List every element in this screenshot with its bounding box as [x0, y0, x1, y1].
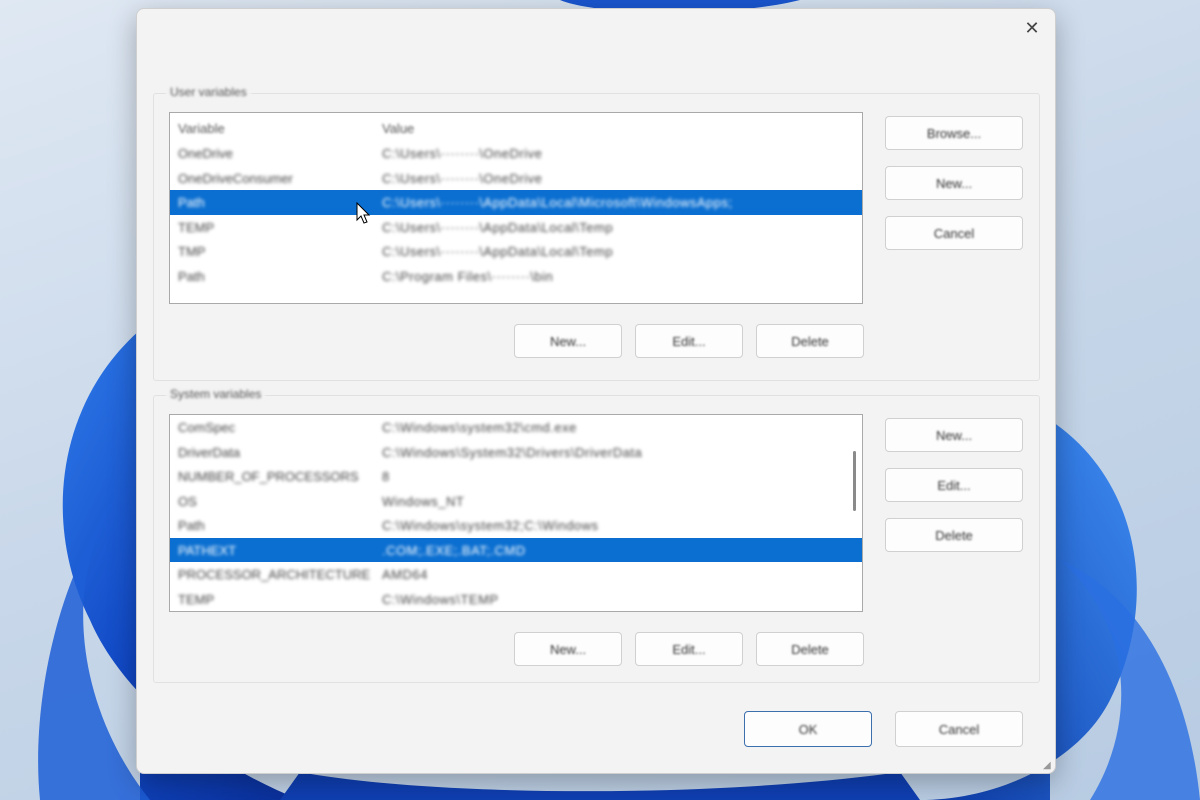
system-side-button-1[interactable]: New...: [885, 418, 1023, 452]
list-item[interactable]: Path C:\Users\········\AppData\Local\Micr…: [170, 190, 862, 215]
user-side-button-3[interactable]: Cancel: [885, 216, 1023, 250]
list-scrollbar[interactable]: [853, 451, 856, 511]
user-side-button-2[interactable]: New...: [885, 166, 1023, 200]
variable-value: Windows_NT: [382, 493, 465, 509]
variable-value: C:\Windows\System32\Drivers\DriverData: [382, 444, 643, 460]
system-delete-button[interactable]: Delete: [756, 632, 864, 666]
variable-value: C:\Windows\system32\cmd.exe: [382, 420, 577, 435]
variable-name: ComSpec: [178, 420, 236, 435]
column-header-value[interactable]: Value: [382, 121, 414, 136]
variable-value: C:\Program Files\········\bin: [382, 268, 554, 284]
variable-name: TEMP: [178, 591, 215, 607]
variable-name: PROCESSOR_ARCHITECTURE: [178, 567, 371, 582]
variable-name: Path: [178, 268, 205, 284]
variable-value: C:\Users\········\AppData\Local\Microsof…: [382, 195, 733, 210]
variable-value: C:\Users\········\OneDrive: [382, 146, 543, 161]
environment-variables-dialog: ✕ User variables Variable Value OneDrive…: [136, 8, 1056, 774]
variable-name: DriverData: [178, 444, 241, 460]
variable-value: 8: [382, 469, 390, 484]
list-item[interactable]: PROCESSOR_ARCHITECTURE AMD64: [170, 562, 862, 587]
list-item[interactable]: PATHEXT .COM;.EXE;.BAT;.CMD: [170, 537, 862, 562]
user-edit-button[interactable]: Edit...: [635, 324, 743, 358]
system-side-button-2[interactable]: Edit...: [885, 468, 1023, 502]
variable-name: OneDrive: [178, 146, 233, 161]
list-item[interactable]: TEMP C:\Users\········\AppData\Local\Temp: [170, 215, 862, 240]
mouse-pointer-icon: [356, 202, 371, 224]
system-variables-list[interactable]: ComSpec C:\Windows\system32\cmd.exe Driver…: [169, 414, 863, 612]
system-side-button-3[interactable]: Delete: [885, 518, 1023, 552]
variable-value: C:\Users\········\AppData\Local\Temp: [382, 219, 614, 235]
user-new-button[interactable]: New...: [514, 324, 622, 358]
variable-name: Path: [178, 518, 205, 533]
user-delete-button[interactable]: Delete: [756, 324, 864, 358]
user-variables-title: User variables: [166, 85, 251, 99]
list-item[interactable]: OneDrive C:\Users\········\OneDrive: [170, 141, 862, 166]
resize-grip-icon[interactable]: ◢: [1043, 761, 1053, 771]
variable-value: C:\Users\········\AppData\Local\Temp: [382, 244, 614, 259]
list-item[interactable]: ComSpec C:\Windows\system32\cmd.exe: [170, 415, 862, 440]
variable-value: .COM;.EXE;.BAT;.CMD: [382, 542, 526, 558]
list-item[interactable]: DriverData C:\Windows\System32\Drivers\Dr…: [170, 440, 862, 465]
variable-name: OneDriveConsumer: [178, 170, 293, 186]
list-item[interactable]: OneDriveConsumer C:\Users\········\OneDri…: [170, 166, 862, 191]
system-new-button[interactable]: New...: [514, 632, 622, 666]
variable-name: OS: [178, 493, 197, 509]
variable-name: Path: [178, 195, 205, 210]
variable-name: PATHEXT: [178, 542, 237, 558]
variable-name: NUMBER_OF_PROCESSORS: [178, 469, 359, 484]
close-button[interactable]: ✕: [1009, 9, 1055, 47]
list-item[interactable]: TMP C:\Users\········\AppData\Local\Temp: [170, 239, 862, 264]
list-header: Variable Value: [170, 113, 862, 141]
variable-name: TEMP: [178, 219, 215, 235]
variable-name: TMP: [178, 244, 206, 259]
cancel-button[interactable]: Cancel: [895, 711, 1023, 747]
system-variables-title: System variables: [166, 387, 266, 401]
ok-button[interactable]: OK: [744, 711, 872, 747]
variable-value: C:\Windows\TEMP: [382, 591, 499, 607]
variable-value: C:\Windows\system32;C:\Windows: [382, 518, 599, 533]
list-item[interactable]: TEMP C:\Windows\TEMP: [170, 587, 862, 612]
column-header-variable[interactable]: Variable: [178, 121, 225, 136]
system-variables-group: System variables ComSpec C:\Windows\syste…: [153, 387, 1040, 683]
user-side-button-1[interactable]: Browse...: [885, 116, 1023, 150]
user-variables-list[interactable]: Variable Value OneDrive C:\Users\········…: [169, 112, 863, 304]
variable-value: AMD64: [382, 567, 428, 582]
list-item[interactable]: OS Windows_NT: [170, 489, 862, 514]
system-edit-button[interactable]: Edit...: [635, 632, 743, 666]
title-bar: ✕: [137, 9, 1055, 47]
variable-value: C:\Users\········\OneDrive: [382, 170, 543, 186]
list-item[interactable]: Path C:\Program Files\········\bin: [170, 264, 862, 289]
list-item[interactable]: Path C:\Windows\system32;C:\Windows: [170, 513, 862, 538]
close-icon: ✕: [1024, 17, 1040, 38]
list-item[interactable]: NUMBER_OF_PROCESSORS 8: [170, 464, 862, 489]
user-variables-group: User variables Variable Value OneDrive C:…: [153, 85, 1040, 381]
